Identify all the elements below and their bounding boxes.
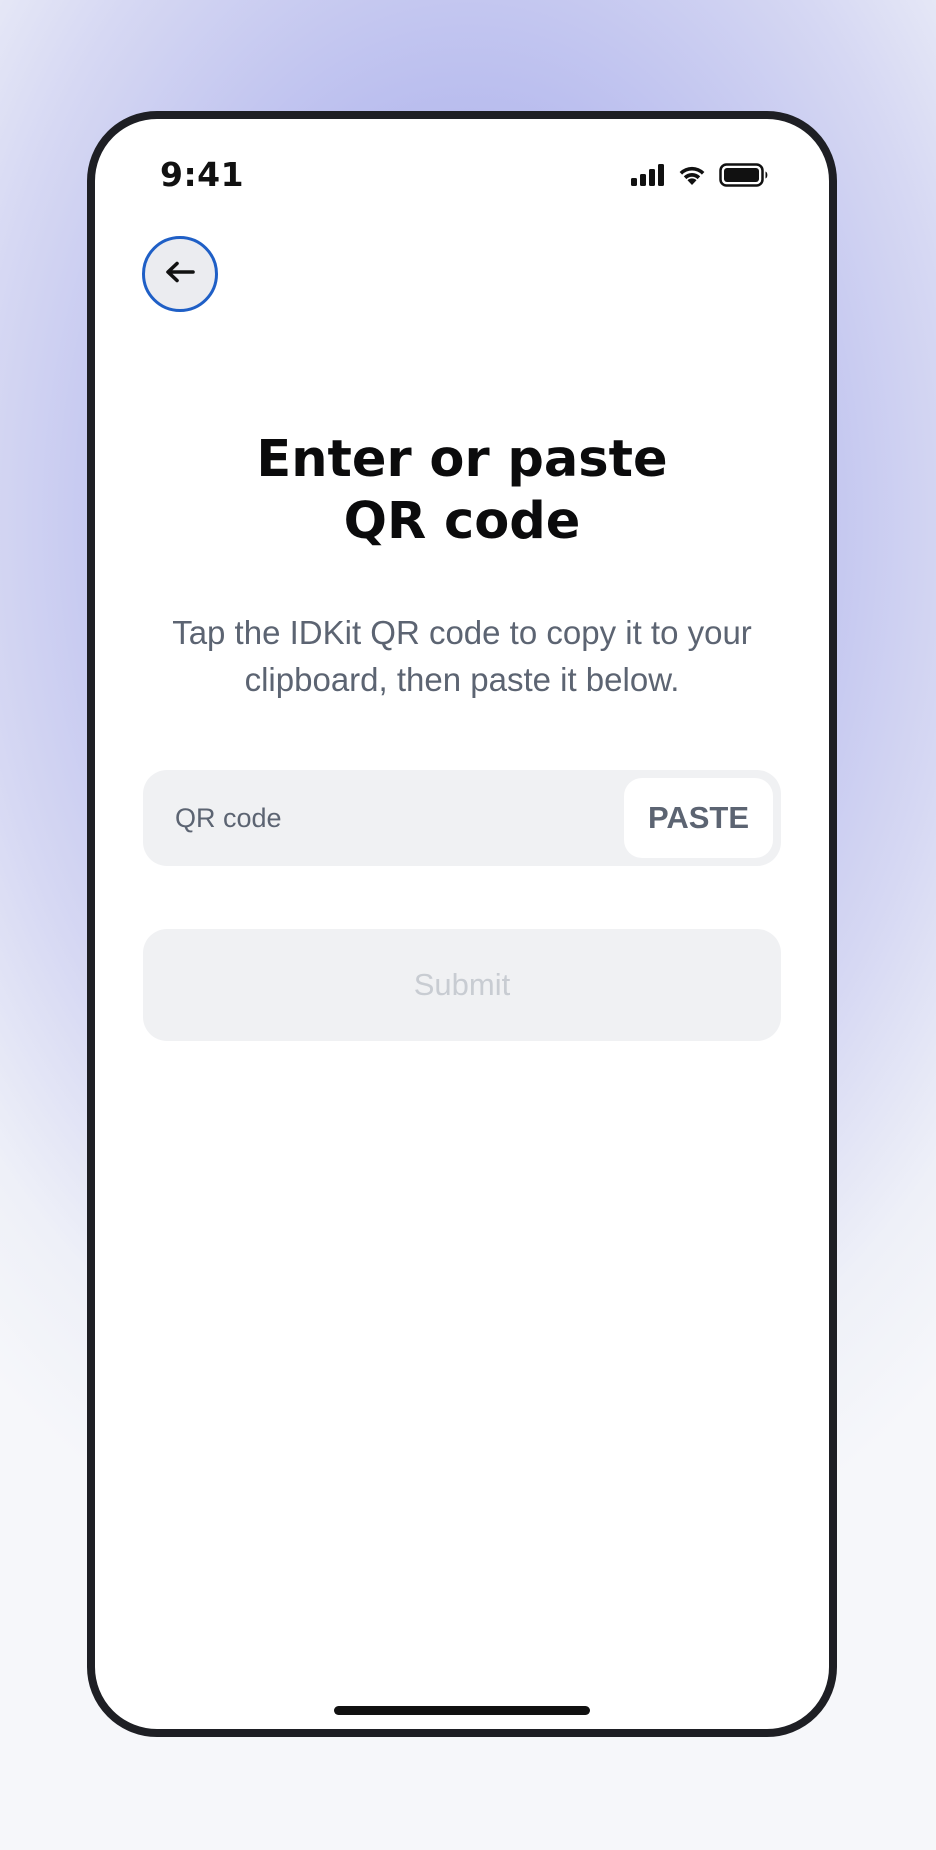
status-time: 9:41: [160, 155, 245, 194]
submit-button[interactable]: Submit: [143, 929, 781, 1041]
paste-button[interactable]: PASTE: [624, 778, 773, 858]
qr-code-input[interactable]: QR code PASTE: [143, 770, 781, 866]
status-bar: 9:41: [95, 119, 829, 229]
signal-icon: [631, 164, 665, 190]
page-title: Enter or paste QR code: [256, 430, 668, 551]
status-icons: [631, 163, 769, 191]
page-subtitle: Tap the IDKit QR code to copy it to your…: [172, 614, 752, 698]
wifi-icon: [677, 164, 707, 190]
battery-icon: [719, 163, 769, 191]
phone-frame: 9:41 Enter or paste QR code Tap the IDKi…: [87, 111, 837, 1737]
arrow-left-icon: [164, 260, 196, 288]
home-indicator: [334, 1706, 590, 1715]
qr-code-placeholder: QR code: [175, 803, 282, 833]
back-button[interactable]: [142, 236, 218, 312]
